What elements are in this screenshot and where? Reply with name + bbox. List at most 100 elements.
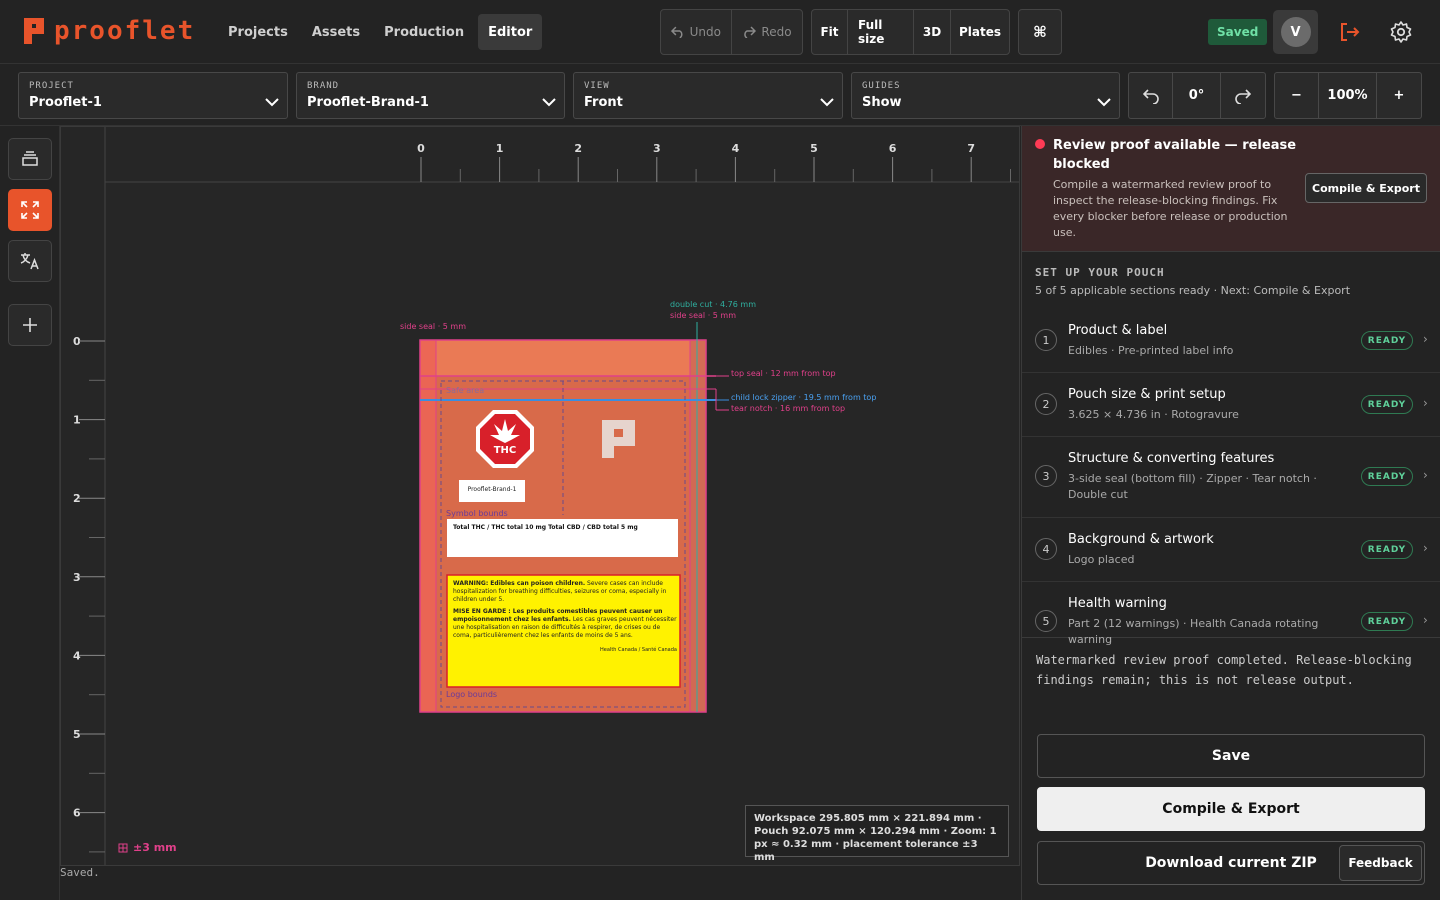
step-desc: 3-side seal (bottom fill) · Zipper · Tea… [1068,472,1317,501]
app-name: prooflet [54,16,196,46]
right-panel: Review proof available — release blocked… [1021,126,1440,900]
symbol-bounds-label: Symbol bounds [446,509,508,518]
rotate-right-icon [1235,88,1251,104]
compile-export-button[interactable]: Compile & Export [1037,787,1425,831]
release-alert: Review proof available — release blocked… [1022,126,1440,252]
workspace-info: Workspace 295.805 mm × 221.894 mm · Pouc… [745,805,1009,863]
top-seal-annotation: top seal · 12 mm from top [731,369,836,378]
rotate-right-button[interactable] [1221,73,1265,118]
chevron-right-icon: › [1423,541,1428,555]
brand-label: BRAND [307,81,340,91]
fit-canvas-button[interactable] [8,189,52,231]
project-select[interactable]: PROJECT Prooflet-1 [18,72,288,119]
app-logo[interactable]: prooflet [22,16,195,46]
safe-area-label: Safe area [446,386,485,395]
alert-compile-export-button[interactable]: Compile & Export [1305,173,1427,203]
plates-button[interactable]: Plates [951,10,1009,54]
step-number: 4 [1035,538,1057,560]
avatar: V [1280,17,1311,47]
guides-select[interactable]: GUIDES Show [851,72,1120,119]
nav-production[interactable]: Production [374,14,474,50]
feedback-button[interactable]: Feedback [1339,845,1422,881]
zipper-annotation: child lock zipper · 19.5 mm from top [731,393,877,402]
zoom-out-button[interactable]: − [1275,73,1319,118]
tolerance-indicator: ±3 mm [118,841,177,854]
zoom-value: 100% [1319,73,1377,118]
step-number: 5 [1035,610,1057,632]
step-background-artwork[interactable]: 4 Background & artwork Logo placed READY… [1022,518,1440,582]
view-select[interactable]: VIEW Front [573,72,843,119]
step-desc: Logo placed [1068,553,1135,566]
step-title: Health warning [1068,596,1167,611]
nav-editor[interactable]: Editor [478,14,543,50]
chevron-down-icon [542,98,556,107]
user-menu-button[interactable]: V [1273,10,1318,54]
undo-icon [671,26,683,38]
tear-notch-annotation: tear notch · 16 mm from top [731,404,846,413]
export-log: Watermarked review proof completed. Rele… [1036,653,1412,687]
guides-value: Show [862,95,902,110]
add-element-button[interactable] [8,304,52,346]
logo-bounds-label: Logo bounds [446,690,498,699]
chevron-down-icon [265,98,279,107]
warning-en-bold: WARNING: Edibles can poison children. [453,580,586,587]
translate-button[interactable] [8,240,52,282]
brand-select[interactable]: BRAND Prooflet-Brand-1 [296,72,565,119]
plus-icon [23,318,37,332]
settings-gear-icon[interactable] [1389,20,1413,44]
design-canvas[interactable]: 01234567 0123456 side seal · 5 mm double… [60,126,1020,866]
top-ruler [105,127,1019,182]
status-badge: READY [1361,467,1413,486]
chevron-right-icon: › [1423,613,1428,627]
step-desc: Edibles · Pre-printed label info [1068,344,1234,357]
chevron-right-icon: › [1423,332,1428,346]
logout-icon[interactable] [1337,20,1361,44]
full-size-button[interactable]: Full size [848,10,914,54]
project-value: Prooflet-1 [29,95,102,110]
left-side-seal [420,340,436,712]
undo-label: Undo [689,25,721,39]
step-pouch-size[interactable]: 2 Pouch size & print setup 3.625 × 4.736… [1022,373,1440,437]
translate-icon [20,253,39,270]
step-title: Product & label [1068,323,1168,338]
logo-icon [24,18,44,44]
thc-symbol [476,410,534,468]
layers-button[interactable] [8,138,52,180]
ruler-label: 2 [574,142,582,155]
ruler-label: 0 [417,142,425,155]
step-product-label[interactable]: 1 Product & label Edibles · Pre-printed … [1022,309,1440,373]
chevron-down-icon [820,98,834,107]
redo-button[interactable]: Redo [732,10,802,54]
brand-value: Prooflet-Brand-1 [307,95,429,110]
status-line: Saved. [60,866,100,879]
saved-badge: Saved [1208,19,1268,45]
right-side-seal [690,340,706,712]
zoom-in-button[interactable]: + [1377,73,1421,118]
step-structure[interactable]: 3 Structure & converting features 3-side… [1022,437,1440,518]
fit-button[interactable]: Fit [812,10,848,54]
nav-assets[interactable]: Assets [302,14,370,50]
left-ruler-ticks: 0123456 [73,335,105,853]
tolerance-value: ±3 mm [133,841,177,854]
grid-icon [118,843,128,852]
save-button[interactable]: Save [1037,734,1425,778]
undo-button[interactable]: Undo [661,10,732,54]
step-desc: Part 2 (12 warnings) · Health Canada rot… [1068,617,1319,646]
health-warning-text: WARNING: Edibles can poison children. Se… [453,580,677,654]
nav-projects[interactable]: Projects [218,14,298,50]
command-palette-button[interactable]: ⌘ [1019,10,1061,54]
alert-body: Compile a watermarked review proof to in… [1053,178,1288,239]
thc-symbol-label: THC [493,445,517,456]
potency-text: Total THC / THC total 10 mg Total CBD / … [453,524,638,531]
layers-icon [22,151,38,166]
redo-icon [744,26,757,38]
alert-title: Review proof available — release blocked [1053,138,1297,172]
ruler-label: 3 [653,142,661,155]
project-label: PROJECT [29,81,74,91]
rotate-left-button[interactable] [1129,73,1173,118]
3d-button[interactable]: 3D [914,10,951,54]
rotate-left-icon [1142,88,1159,104]
zoom-control: − 100% + [1274,72,1422,119]
ruler-label: 1 [496,142,504,155]
step-health-warning[interactable]: 5 Health warning Part 2 (12 warnings) · … [1022,582,1440,646]
